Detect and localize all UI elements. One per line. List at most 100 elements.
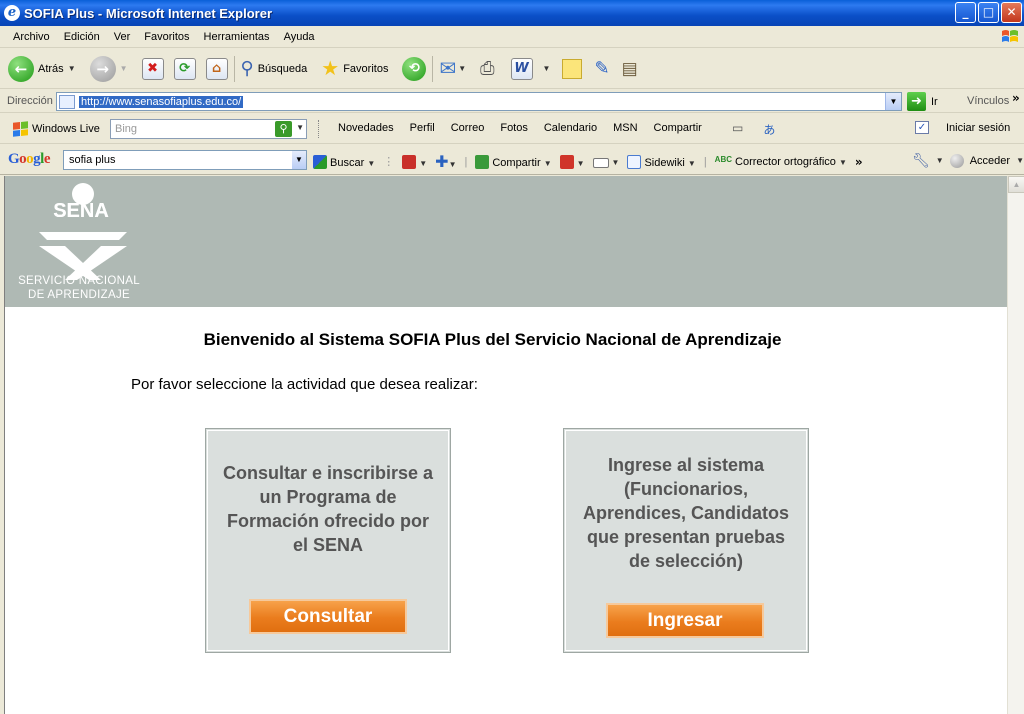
menu-archivo[interactable]: Archivo [6,31,57,43]
sena-tagline-1: SERVICIO NACIONAL [18,275,140,287]
google-search-input[interactable]: sofia plus ▼ [63,150,307,170]
google-g-icon [313,154,327,169]
address-label: Dirección [7,95,53,107]
spellcheck-icon: ABC [714,155,733,164]
menu-ayuda[interactable]: Ayuda [277,31,322,43]
windows-live-label: Windows Live [32,122,100,135]
google-toolbar-options[interactable]: ▼ [402,154,427,169]
sena-tagline-2: DE APRENDIZAJE [28,289,130,301]
toolbar-divider: ⋮ [383,156,395,168]
refresh-icon[interactable]: ⟳ [173,57,196,80]
title-bar[interactable]: e SOFIA Plus - Microsoft Internet Explor… [0,0,1024,26]
ie-logo-icon: e [4,5,20,21]
sena-wordmark: SENA [53,200,109,222]
links-label[interactable]: Vínculos [967,95,1009,107]
vertical-scrollbar[interactable]: ▲ [1007,176,1024,714]
page-viewport: SENA SERVICIO NACIONAL DE APRENDIZAJE Bi… [4,176,1007,714]
live-link-novedades[interactable]: Novedades [330,122,402,134]
share-icon [475,154,490,169]
edit-dropdown-icon[interactable]: ▼ [543,64,551,73]
go-label: Ir [931,95,938,108]
ingresar-line-4: que presentan pruebas [586,527,786,547]
bing-dropdown-icon[interactable]: ▼ [296,123,304,132]
close-button[interactable]: ✕ [1001,2,1022,23]
google-spellcheck-button[interactable]: ABC Corrector ortográfico ▼ [715,155,847,168]
menu-edicion[interactable]: Edición [57,31,107,43]
google-logo[interactable]: Google [8,151,51,168]
favorites-label: Favoritos [343,62,389,75]
go-arrow-icon: ➜ [907,92,926,111]
google-more-chevron-icon[interactable]: » [855,155,863,169]
scroll-up-icon[interactable]: ▲ [1008,176,1024,193]
back-label: Atrás [38,62,64,75]
forward-dropdown-icon[interactable]: ▼ [120,64,128,73]
go-button[interactable]: ➜ Ir [907,92,938,111]
back-dropdown-icon[interactable]: ▼ [68,64,76,73]
ingresar-button[interactable]: Ingresar [606,603,764,638]
ingresar-panel: Ingrese al sistema (Funcionarios, Aprend… [563,428,809,653]
star-icon: ★ [321,58,340,80]
word-edit-icon[interactable]: W [510,57,533,80]
acceder-button[interactable]: Acceder [970,155,1010,167]
windows-flag-icon [1002,30,1018,42]
google-popup-button[interactable]: ▼ [559,154,585,169]
google-search-button[interactable]: Buscar ▼ [313,154,375,169]
live-link-fotos[interactable]: Fotos [492,122,536,134]
search-button[interactable]: ⚲ Búsqueda [241,58,308,79]
wrench-dropdown-icon[interactable]: ▼ [936,156,944,165]
live-link-perfil[interactable]: Perfil [402,122,443,134]
card-icon[interactable]: ▭ [732,121,743,138]
menu-herramientas[interactable]: Herramientas [197,31,277,43]
pen-icon[interactable]: ✎ [594,58,609,79]
bing-search-input[interactable]: Bing ⚲ ▼ [110,119,307,139]
google-sidewiki-button[interactable]: Sidewiki ▼ [627,154,696,169]
back-button[interactable]: ← Atrás ▼ [8,55,76,82]
menu-ver[interactable]: Ver [107,31,138,43]
live-link-compartir[interactable]: Compartir [646,122,710,134]
google-share-button[interactable]: Compartir ▼ [475,154,552,169]
sidewiki-label: Sidewiki [644,156,685,169]
acceder-dropdown-icon[interactable]: ▼ [1016,156,1024,165]
favorites-button[interactable]: ★ Favoritos [321,56,388,81]
menu-favoritos[interactable]: Favoritos [137,31,196,43]
print-icon[interactable]: ⎙ [480,58,494,79]
address-toolbar: Dirección http://www.senasofiaplus.edu.c… [0,90,1024,113]
wrench-icon[interactable]: 🔧︎ [912,152,930,169]
live-link-calendario[interactable]: Calendario [536,122,605,134]
live-link-correo[interactable]: Correo [443,122,493,134]
mail-dropdown-icon[interactable]: ▼ [458,64,466,73]
history-icon[interactable]: ⟲ [402,56,427,81]
google-autofill-button[interactable]: ▼ [592,156,619,168]
google-search-value: sofia plus [69,154,116,166]
sidewiki-icon [627,154,642,169]
windows-live-menu[interactable]: Windows Live [13,120,100,137]
signin-button[interactable]: ✓ Iniciar sesión [915,121,1010,134]
google-search-dropdown-icon[interactable]: ▼ [292,151,306,169]
ingresar-line-1: Ingrese al sistema [607,455,765,475]
note-icon[interactable] [562,58,583,79]
address-input[interactable]: http://www.senasofiaplus.edu.co/ ▼ [56,92,902,111]
research-icon[interactable]: ▤ [622,59,638,79]
windows-live-toolbar: Windows Live Bing ⚲ ▼ Novedades Perfil C… [0,114,1024,144]
toolbar-divider [233,55,235,82]
mail-icon[interactable]: ✉ [439,56,456,81]
windows-live-flag-icon [13,120,28,137]
address-url[interactable]: http://www.senasofiaplus.edu.co/ [79,95,244,108]
translate-icon[interactable]: あ [763,121,775,138]
bing-search-icon[interactable]: ⚲ [275,121,292,137]
ingresar-line-3: Aprendices, Candidatos [582,503,790,523]
address-dropdown-icon[interactable]: ▼ [885,93,901,110]
google-add-button[interactable]: ✚▼ [435,152,456,171]
forward-button[interactable]: → ▼ [89,55,128,82]
buscar-label: Buscar [330,156,365,169]
toolbar-divider: | [464,155,468,168]
bookmark-icon [402,154,417,169]
live-link-msn[interactable]: MSN [605,122,645,134]
stop-icon[interactable]: ✖ [141,57,164,80]
minimize-button[interactable]: _ [955,2,976,23]
links-chevron-icon[interactable]: » [1012,91,1020,105]
maximize-button[interactable]: □ [978,2,999,23]
consultar-button[interactable]: Consultar [249,599,407,634]
home-icon[interactable]: ⌂ [205,57,228,80]
popup-blocker-icon [559,154,574,169]
